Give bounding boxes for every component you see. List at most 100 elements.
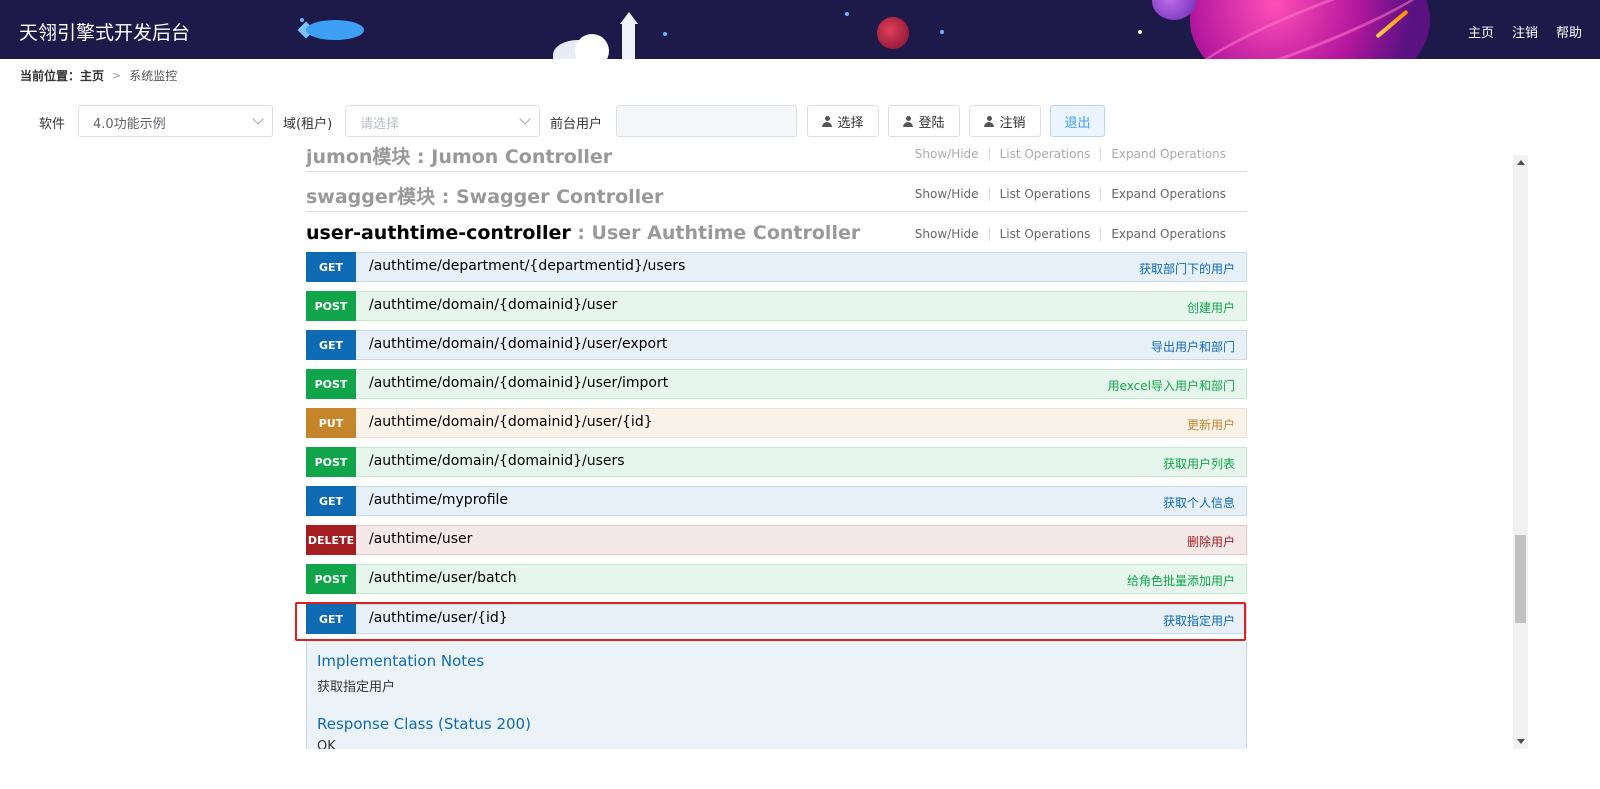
top-nav: 主页 注销 帮助 <box>1468 22 1582 41</box>
software-select[interactable]: 4.0功能示例 <box>78 105 273 137</box>
breadcrumb-home[interactable]: 主页 <box>80 67 104 84</box>
operation-summary[interactable]: 获取个人信息 <box>1163 494 1235 511</box>
star-decoration <box>845 12 849 16</box>
method-badge: POST <box>306 564 356 594</box>
operation-summary[interactable]: 给角色批量添加用户 <box>1127 572 1235 589</box>
nav-home-link[interactable]: 主页 <box>1468 22 1494 41</box>
operation-path[interactable]: /authtime/domain/{domainid}/users <box>369 453 625 469</box>
implementation-notes-text: 获取指定用户 <box>317 680 396 695</box>
swagger-panel: jumon模块 : Jumon Controller Show/Hide Lis… <box>306 145 1247 749</box>
expand-operations-link[interactable]: Expand Operations <box>1100 147 1236 161</box>
operation-path[interactable]: /authtime/domain/{domainid}/user <box>369 297 617 313</box>
operation-row-selected[interactable]: GET /authtime/user/{id} 获取指定用户 <box>306 604 1247 634</box>
show-hide-link[interactable]: Show/Hide <box>905 187 989 201</box>
operation-summary[interactable]: 导出用户和部门 <box>1151 338 1235 355</box>
operation-summary[interactable]: 获取部门下的用户 <box>1139 260 1235 277</box>
operation-path[interactable]: /authtime/domain/{domainid}/user/import <box>369 375 668 391</box>
section-jumon: jumon模块 : Jumon Controller Show/Hide Lis… <box>306 145 1247 172</box>
exit-button-label: 退出 <box>1064 115 1091 131</box>
operation-row[interactable]: POST /authtime/domain/{domainid}/users 获… <box>306 447 1247 477</box>
operation-path[interactable]: /authtime/user <box>369 531 472 547</box>
expand-operations-link[interactable]: Expand Operations <box>1100 227 1236 241</box>
exit-button[interactable]: 退出 <box>1050 105 1105 137</box>
app-title: 天翎引擎式开发后台 <box>19 22 191 44</box>
response-class-heading: Response Class (Status 200) <box>317 715 531 733</box>
vertical-scrollbar[interactable] <box>1513 155 1528 749</box>
chevron-down-icon <box>519 113 531 125</box>
lighthouse-decoration <box>622 22 635 59</box>
red-planet-decoration <box>877 17 909 49</box>
method-badge: DELETE <box>306 525 356 555</box>
section-title[interactable]: jumon模块 : Jumon Controller <box>306 145 612 169</box>
operation-summary[interactable]: 删除用户 <box>1187 533 1235 550</box>
logout-button[interactable]: 注销 <box>969 105 1041 137</box>
section-links: Show/Hide List Operations Expand Operati… <box>905 227 1236 241</box>
scrollbar-thumb[interactable] <box>1515 535 1526 623</box>
operation-summary[interactable]: 获取用户列表 <box>1163 455 1235 472</box>
operation-path[interactable]: /authtime/department/{departmentid}/user… <box>369 258 685 274</box>
chevron-down-icon <box>252 113 264 125</box>
section-title[interactable]: user-authtime-controller : User Authtime… <box>306 222 860 244</box>
section-links: Show/Hide List Operations Expand Operati… <box>905 147 1236 161</box>
user-icon <box>822 115 833 127</box>
domain-select-placeholder: 请选择 <box>360 117 400 132</box>
show-hide-link[interactable]: Show/Hide <box>905 147 989 161</box>
operation-row[interactable]: POST /authtime/domain/{domainid}/user 创建… <box>306 291 1247 321</box>
list-operations-link[interactable]: List Operations <box>988 187 1101 201</box>
login-button[interactable]: 登陆 <box>888 105 960 137</box>
star-decoration <box>300 18 304 22</box>
operation-path[interactable]: /authtime/domain/{domainid}/user/export <box>369 336 667 352</box>
operation-path[interactable]: /authtime/domain/{domainid}/user/{id} <box>369 414 653 430</box>
operation-path[interactable]: /authtime/user/batch <box>369 570 517 586</box>
operation-row[interactable]: POST /authtime/user/batch 给角色批量添加用户 <box>306 564 1247 594</box>
operation-summary[interactable]: 更新用户 <box>1187 416 1235 433</box>
user-icon <box>984 115 995 127</box>
top-header: 天翎引擎式开发后台 主页 注销 帮助 <box>0 0 1600 59</box>
method-badge: POST <box>306 369 356 399</box>
star-decoration <box>1138 30 1142 34</box>
section-user-authtime: user-authtime-controller : User Authtime… <box>306 212 1247 252</box>
select-user-button[interactable]: 选择 <box>807 105 879 137</box>
cloud-decoration <box>575 34 609 59</box>
expand-operations-link[interactable]: Expand Operations <box>1100 187 1236 201</box>
response-class-text: OK <box>317 739 336 749</box>
blimp-decoration <box>306 20 364 40</box>
operation-row[interactable]: GET /authtime/domain/{domainid}/user/exp… <box>306 330 1247 360</box>
operation-row[interactable]: DELETE /authtime/user 删除用户 <box>306 525 1247 555</box>
operation-row[interactable]: PUT /authtime/domain/{domainid}/user/{id… <box>306 408 1247 438</box>
method-badge: POST <box>306 291 356 321</box>
scroll-up-arrow-icon[interactable] <box>1517 160 1525 165</box>
section-swagger: swagger模块 : Swagger Controller Show/Hide… <box>306 172 1247 212</box>
nav-logout-link[interactable]: 注销 <box>1512 22 1538 41</box>
operation-path[interactable]: /authtime/user/{id} <box>369 610 508 626</box>
operation-row[interactable]: GET /authtime/department/{departmentid}/… <box>306 252 1247 282</box>
method-badge: GET <box>306 604 356 634</box>
operation-row[interactable]: GET /authtime/myprofile 获取个人信息 <box>306 486 1247 516</box>
section-title[interactable]: swagger模块 : Swagger Controller <box>306 182 663 209</box>
list-operations-link[interactable]: List Operations <box>988 227 1101 241</box>
software-label: 软件 <box>39 117 66 132</box>
star-decoration <box>940 30 944 34</box>
operation-summary[interactable]: 获取指定用户 <box>1163 612 1235 629</box>
select-user-button-label: 选择 <box>837 115 864 131</box>
operation-path[interactable]: /authtime/myprofile <box>369 492 508 508</box>
scroll-down-arrow-icon[interactable] <box>1517 739 1525 744</box>
user-icon <box>903 115 914 127</box>
section-links: Show/Hide List Operations Expand Operati… <box>905 187 1236 201</box>
domain-label: 域(租户) <box>283 117 333 132</box>
domain-select[interactable]: 请选择 <box>345 105 540 137</box>
operation-row[interactable]: POST /authtime/domain/{domainid}/user/im… <box>306 369 1247 399</box>
show-hide-link[interactable]: Show/Hide <box>905 227 989 241</box>
operation-summary[interactable]: 创建用户 <box>1187 299 1235 316</box>
login-button-label: 登陆 <box>918 115 945 131</box>
logout-button-label: 注销 <box>999 115 1026 131</box>
frontend-user-input[interactable] <box>616 105 797 137</box>
breadcrumb: 当前位置： 主页 > 系统监控 <box>20 67 177 84</box>
operation-summary[interactable]: 用excel导入用户和部门 <box>1108 377 1235 394</box>
list-operations-link[interactable]: List Operations <box>988 147 1101 161</box>
chevron-right-icon: > <box>112 69 122 82</box>
breadcrumb-current: 系统监控 <box>129 69 178 83</box>
toolbar: 软件 4.0功能示例 域(租户) 请选择 前台用户 选择 登陆 注销 退出 <box>0 105 1600 137</box>
frontend-user-label: 前台用户 <box>550 117 603 132</box>
nav-help-link[interactable]: 帮助 <box>1556 22 1582 41</box>
